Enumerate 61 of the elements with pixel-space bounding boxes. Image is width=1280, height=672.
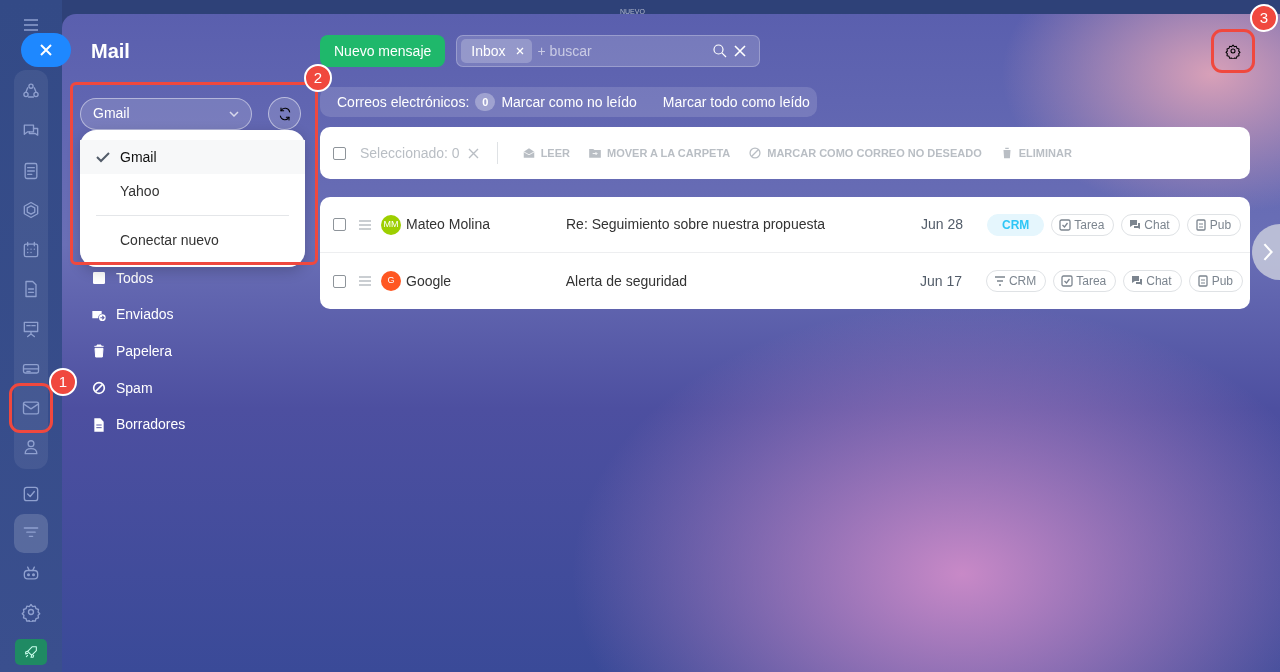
folder-arrow-icon bbox=[588, 146, 602, 160]
settings-icon bbox=[21, 602, 41, 623]
sender-name: Mateo Molina bbox=[406, 215, 492, 234]
avatar: G bbox=[381, 271, 401, 291]
rail-item[interactable] bbox=[14, 513, 48, 553]
message-row[interactable]: MM Mateo Molina Re: Seguimiento sobre nuestra propuesta Jun 28 CRM Tarea Chat Pub bbox=[320, 197, 1250, 253]
callout-number: 3 bbox=[1250, 4, 1278, 32]
mark-link[interactable]: Marcar todo como leído bbox=[662, 91, 810, 113]
message-subject: Re: Seguimiento sobre nuestra propuesta bbox=[566, 215, 827, 234]
open-envelope-icon bbox=[521, 146, 536, 160]
new-message-button[interactable]: Nuevo mensaje bbox=[320, 35, 446, 67]
chat-icon bbox=[1131, 275, 1144, 287]
mailbox-select[interactable]: Gmail bbox=[80, 97, 252, 130]
row-checkbox[interactable] bbox=[333, 274, 346, 288]
unread-count: 0 bbox=[475, 93, 496, 111]
document-icon bbox=[91, 416, 107, 433]
trash-icon bbox=[91, 343, 107, 360]
close-button[interactable] bbox=[21, 33, 71, 67]
settings-icon bbox=[1225, 43, 1241, 59]
task-icon bbox=[1059, 218, 1072, 231]
close-icon[interactable] bbox=[467, 147, 479, 159]
panel-title: Mail bbox=[91, 39, 131, 64]
menu-item[interactable]: Gmail bbox=[80, 140, 305, 174]
folder-item[interactable]: Papelera bbox=[91, 333, 320, 370]
chevron-down-icon bbox=[229, 110, 239, 117]
hexagon-icon bbox=[21, 200, 41, 221]
document-icon bbox=[1194, 218, 1207, 231]
message-subject: Alerta de seguridad bbox=[565, 271, 689, 291]
document-icon bbox=[1196, 275, 1209, 287]
task-icon bbox=[1061, 275, 1074, 287]
message-date: Jun 28 bbox=[921, 215, 965, 234]
check-icon bbox=[95, 149, 111, 165]
row-checkbox[interactable] bbox=[333, 218, 346, 231]
filter-icon bbox=[993, 276, 1006, 286]
chevron-right-icon[interactable] bbox=[1263, 241, 1273, 263]
avatar: MM bbox=[381, 214, 401, 235]
chat-icon bbox=[1129, 218, 1142, 231]
drag-handle-icon[interactable] bbox=[358, 219, 372, 230]
filter-tag[interactable]: Inbox bbox=[461, 39, 532, 63]
counter-label: Correos electrónicos: bbox=[337, 92, 470, 112]
calendar-icon bbox=[21, 239, 41, 260]
menu-item[interactable]: Conectar nuevo bbox=[80, 223, 305, 257]
next-button[interactable] bbox=[1252, 224, 1280, 280]
menu-item[interactable]: Yahoo bbox=[80, 174, 305, 208]
folder-item[interactable]: Enviados bbox=[91, 296, 320, 334]
drag-handle-icon[interactable] bbox=[358, 276, 372, 286]
blocked-icon bbox=[748, 146, 763, 160]
folder-item[interactable]: Borradores bbox=[91, 406, 320, 443]
search-field[interactable]: Inbox + buscar bbox=[456, 35, 761, 67]
folder-item[interactable]: Spam bbox=[91, 369, 320, 407]
folder-item[interactable]: Todos bbox=[91, 260, 320, 297]
message-row[interactable]: G Google Alerta de seguridad Jun 17 CRM Tarea Chat Pub bbox=[320, 253, 1250, 309]
select-all-checkbox[interactable] bbox=[333, 146, 346, 160]
folder-icon bbox=[91, 270, 107, 287]
blocked-icon bbox=[91, 380, 107, 397]
sender-name: Google bbox=[406, 271, 453, 291]
rocket-icon bbox=[23, 643, 39, 660]
message-date: Jun 17 bbox=[920, 271, 964, 291]
mark-link[interactable]: Marcar como no leído bbox=[501, 91, 637, 113]
selected-count: Seleccionado: 0 bbox=[360, 143, 460, 163]
refresh-button[interactable] bbox=[268, 97, 301, 130]
